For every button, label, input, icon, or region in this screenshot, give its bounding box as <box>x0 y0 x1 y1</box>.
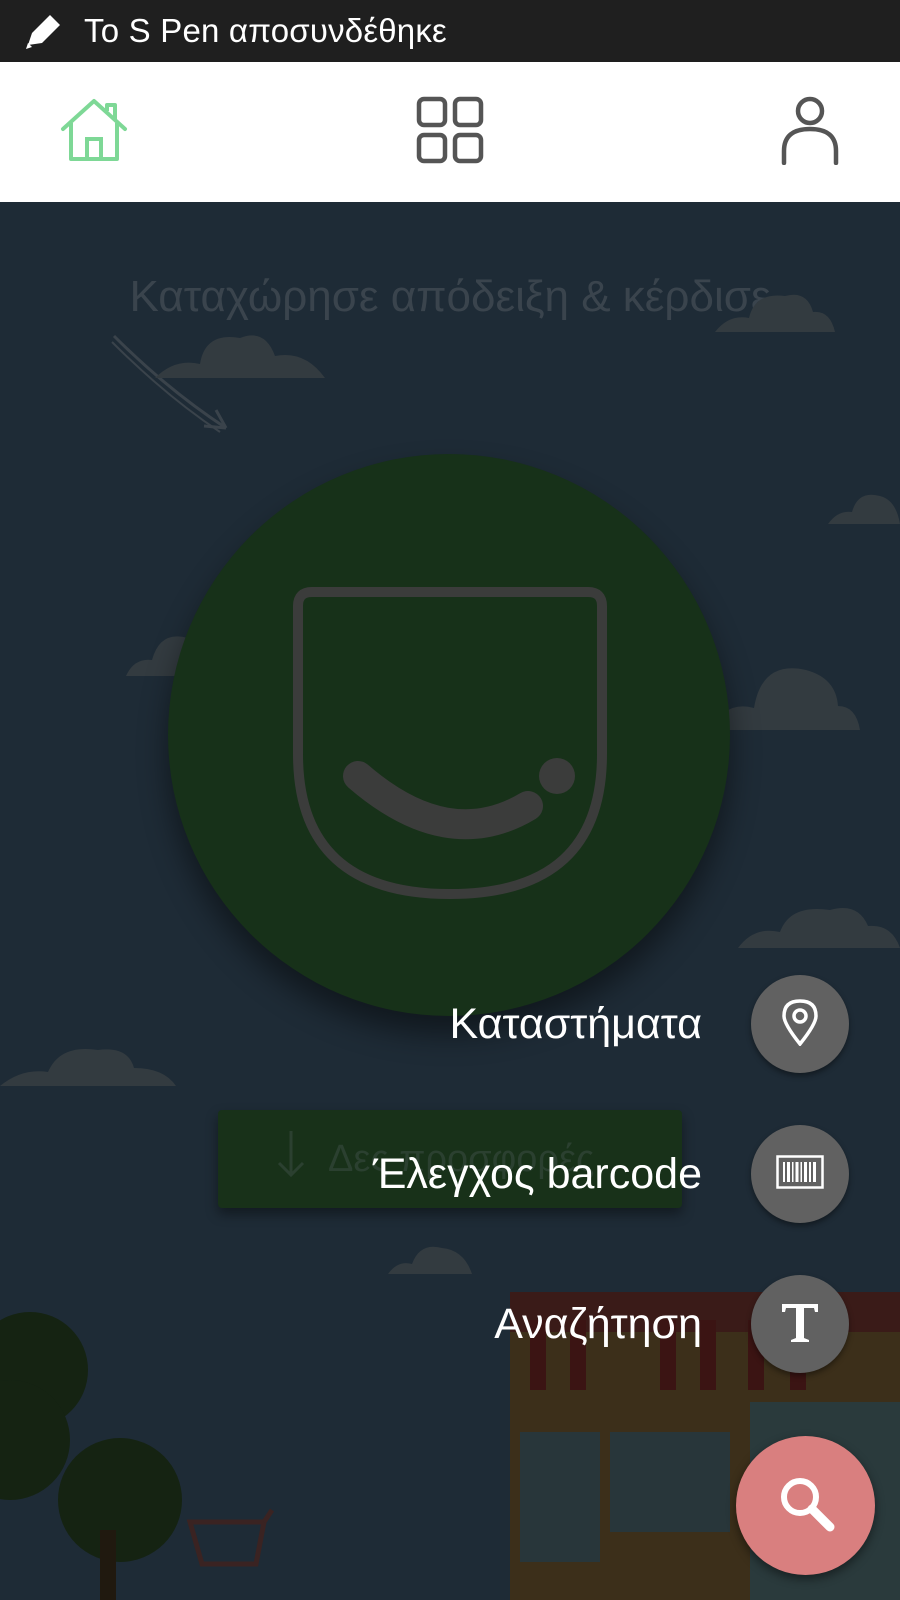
location-pin-icon <box>780 998 820 1051</box>
search-fab-button[interactable] <box>736 1436 875 1575</box>
grid-icon <box>416 96 484 169</box>
cloud-icon <box>715 294 835 332</box>
cloud-icon <box>155 335 325 378</box>
smile-logo-icon <box>293 587 607 900</box>
barcode-icon <box>776 1154 824 1194</box>
search-icon <box>776 1473 836 1538</box>
cloud-icon <box>828 494 900 524</box>
text-t-icon <box>778 1300 822 1349</box>
user-icon <box>780 95 840 170</box>
stores-label[interactable]: Καταστήματα <box>449 1000 702 1049</box>
nav-home-button[interactable] <box>54 92 134 172</box>
top-navigation <box>0 62 900 202</box>
home-icon <box>59 97 129 168</box>
tree-icon <box>0 1312 182 1600</box>
search-text-button[interactable] <box>751 1275 849 1373</box>
nav-grid-button[interactable] <box>410 92 490 172</box>
cloud-icon <box>0 1048 176 1086</box>
barcode-check-label[interactable]: Έλεγχος barcode <box>373 1150 702 1199</box>
cloud-icon <box>710 668 860 730</box>
main-content: Καταχώρησε απόδειξη & κέρδισε Δες προσφο… <box>0 202 900 1600</box>
status-bar: Το S Pen αποσυνδέθηκε <box>0 0 900 62</box>
pen-icon <box>22 9 66 53</box>
cloud-icon <box>388 1246 472 1274</box>
status-text: Το S Pen αποσυνδέθηκε <box>84 12 447 49</box>
barcode-check-button[interactable] <box>751 1125 849 1223</box>
logo-circle <box>168 454 730 1016</box>
arrow-down-icon <box>276 1129 306 1189</box>
cloud-icon <box>738 908 900 948</box>
nav-profile-button[interactable] <box>770 92 850 172</box>
shopping-cart-icon <box>186 1508 275 1567</box>
search-text-label[interactable]: Αναζήτηση <box>494 1300 702 1349</box>
stores-button[interactable] <box>751 975 849 1073</box>
